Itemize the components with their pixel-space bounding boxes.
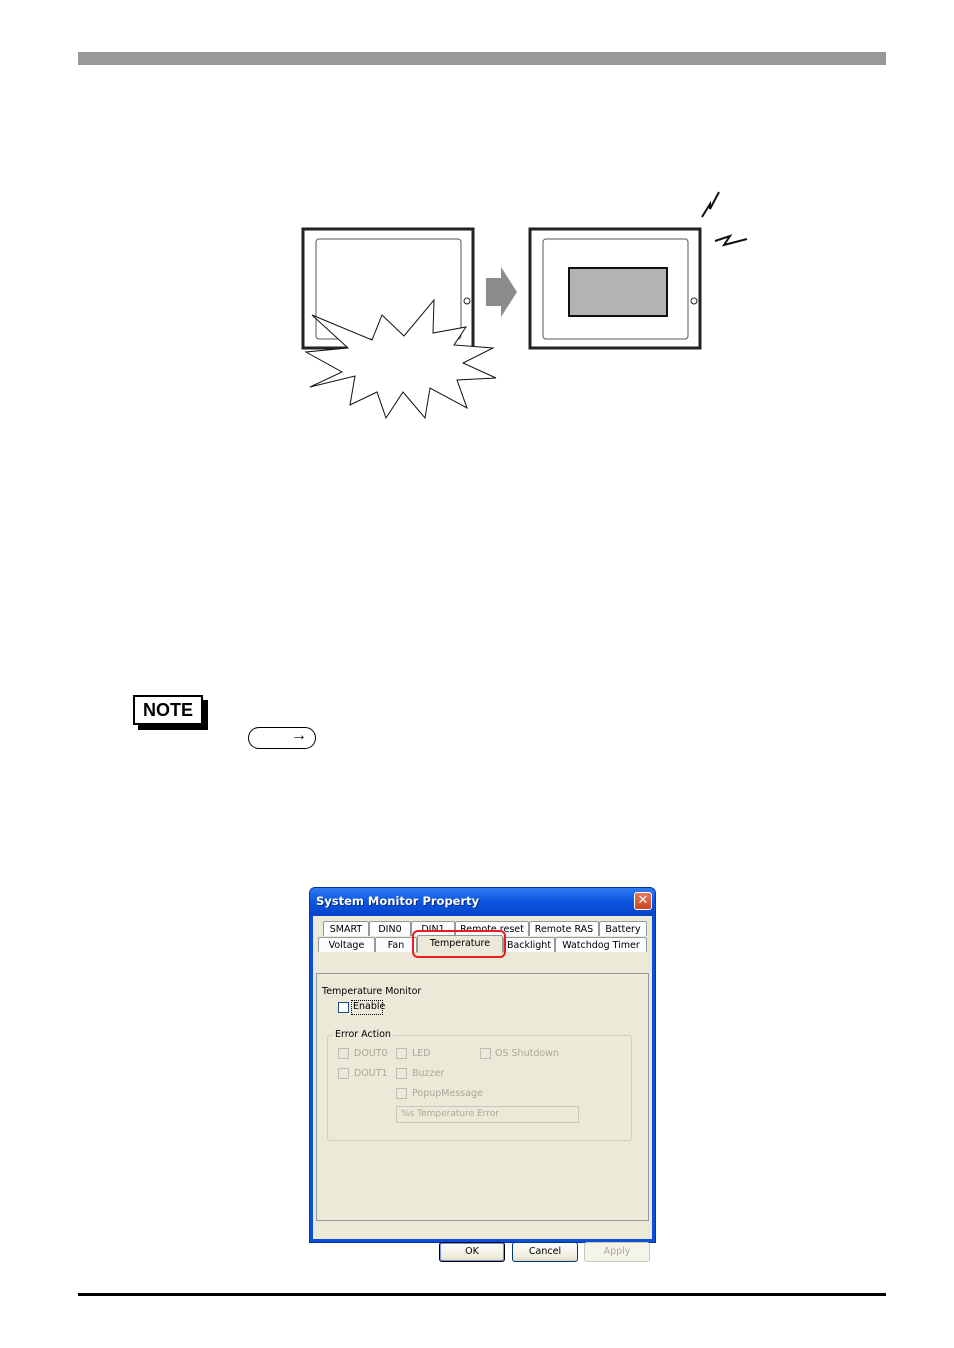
- note-label: NOTE: [133, 695, 203, 725]
- system-monitor-dialog: System Monitor Property ✕ SMART DIN0 DIN…: [309, 887, 656, 1262]
- page-footer-rule: [78, 1293, 886, 1296]
- reference-arrow-icon[interactable]: →: [248, 727, 316, 749]
- right-display-unit: [528, 227, 702, 350]
- dialog-title: System Monitor Property: [316, 894, 480, 908]
- dout1-checkbox[interactable]: [338, 1068, 349, 1079]
- close-icon: ✕: [637, 893, 649, 908]
- os-shutdown-checkbox[interactable]: [480, 1048, 491, 1059]
- tab-backlight[interactable]: Backlight: [503, 937, 555, 952]
- tab-watchdog-timer[interactable]: Watchdog Timer: [555, 937, 647, 952]
- error-window: [568, 267, 668, 317]
- dout0-label: DOUT0: [354, 1048, 388, 1059]
- buzzer-checkbox[interactable]: [396, 1068, 407, 1079]
- dialog-titlebar[interactable]: System Monitor Property ✕: [310, 888, 655, 916]
- note-badge: NOTE: [133, 695, 208, 730]
- error-action-group: Error Action DOUT0 DOUT1 LED Buzzer Popu…: [327, 1029, 632, 1141]
- page-header-bar: [78, 52, 886, 65]
- led-checkbox[interactable]: [396, 1048, 407, 1059]
- tab-voltage[interactable]: Voltage: [318, 937, 375, 952]
- ok-button[interactable]: OK: [439, 1242, 505, 1262]
- popup-message-label: PopupMessage: [412, 1088, 483, 1099]
- tab-highlight-marker: [412, 930, 506, 958]
- popup-message-input[interactable]: %s Temperature Error: [396, 1106, 579, 1123]
- close-button[interactable]: ✕: [634, 892, 652, 910]
- apply-button[interactable]: Apply: [584, 1242, 650, 1262]
- arrow-icon: →: [291, 727, 307, 744]
- tab-smart[interactable]: SMART: [323, 921, 369, 936]
- cancel-button[interactable]: Cancel: [512, 1242, 578, 1262]
- tab-remote-ras[interactable]: Remote RAS: [529, 921, 599, 936]
- dialog-client-area: SMART DIN0 DIN1 Remote reset Remote RAS …: [313, 916, 652, 1262]
- buzzer-label: Buzzer: [412, 1068, 445, 1079]
- failure-illustration: [301, 191, 748, 420]
- os-shutdown-label: OS Shutdown: [495, 1048, 559, 1059]
- dout1-label: DOUT1: [354, 1068, 388, 1079]
- tab-din0[interactable]: DIN0: [369, 921, 411, 936]
- tab-battery[interactable]: Battery: [599, 921, 647, 936]
- error-action-legend: Error Action: [333, 1029, 393, 1040]
- tab-fan[interactable]: Fan: [375, 937, 417, 952]
- lightning-icon: [701, 191, 748, 247]
- enable-checkbox[interactable]: [338, 1002, 349, 1013]
- temperature-monitor-label: Temperature Monitor: [322, 986, 422, 997]
- dout0-checkbox[interactable]: [338, 1048, 349, 1059]
- right-arrow-icon: [486, 267, 517, 317]
- temperature-tab-panel: Temperature Monitor Enable Error Action …: [316, 973, 649, 1221]
- led-label: LED: [412, 1048, 431, 1059]
- popup-message-checkbox[interactable]: [396, 1088, 407, 1099]
- enable-label[interactable]: Enable: [353, 1001, 385, 1012]
